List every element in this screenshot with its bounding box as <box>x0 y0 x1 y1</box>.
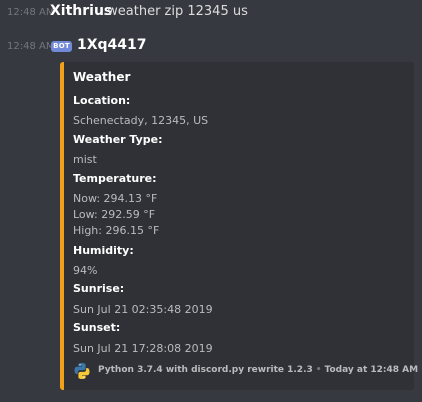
footer-timestamp: Today at 12:48 AM <box>324 365 419 375</box>
footer-version-text: Python 3.7.4 with discord.py rewrite 1.2… <box>98 365 313 375</box>
field-value-sunrise: Sun Jul 21 02:35:48 2019 <box>73 303 213 316</box>
field-value-temperature-now: Now: 294.13 °F <box>73 192 158 205</box>
message-user-command: 12:48 AM Xithrius .weather zip 12345 us <box>0 3 422 23</box>
footer-text: Python 3.7.4 with discord.py rewrite 1.2… <box>98 365 418 375</box>
field-value-temperature-high: High: 296.15 °F <box>73 224 160 237</box>
message-bot-response: 12:48 AM BOT 1Xq4417 <box>0 37 422 57</box>
footer-separator: • <box>315 365 322 375</box>
field-value-humidity: 94% <box>73 264 98 277</box>
username-bot[interactable]: 1Xq4417 <box>77 37 147 53</box>
field-value-location: Schenectady, 12345, US <box>73 114 209 127</box>
embed-title: Weather <box>73 70 131 84</box>
message-content: .weather zip 12345 us <box>103 4 248 19</box>
field-name-sunset: Sunset: <box>73 321 121 334</box>
bot-tag-badge: BOT <box>51 41 72 52</box>
field-name-location: Location: <box>73 94 131 107</box>
field-name-temperature: Temperature: <box>73 172 157 185</box>
embed-footer: Python 3.7.4 with discord.py rewrite 1.2… <box>73 362 418 380</box>
field-value-temperature-low: Low: 292.59 °F <box>73 208 156 221</box>
field-value-weather-type: mist <box>73 153 97 166</box>
weather-embed: Weather Location: Schenectady, 12345, US… <box>60 62 418 390</box>
field-name-humidity: Humidity: <box>73 244 134 257</box>
python-logo-icon <box>73 362 91 380</box>
field-name-weather-type: Weather Type: <box>73 133 163 146</box>
field-value-sunset: Sun Jul 21 17:28:08 2019 <box>73 342 213 355</box>
message-timestamp: 12:48 AM <box>7 41 55 52</box>
message-timestamp: 12:48 AM <box>7 7 55 18</box>
field-name-sunrise: Sunrise: <box>73 282 125 295</box>
